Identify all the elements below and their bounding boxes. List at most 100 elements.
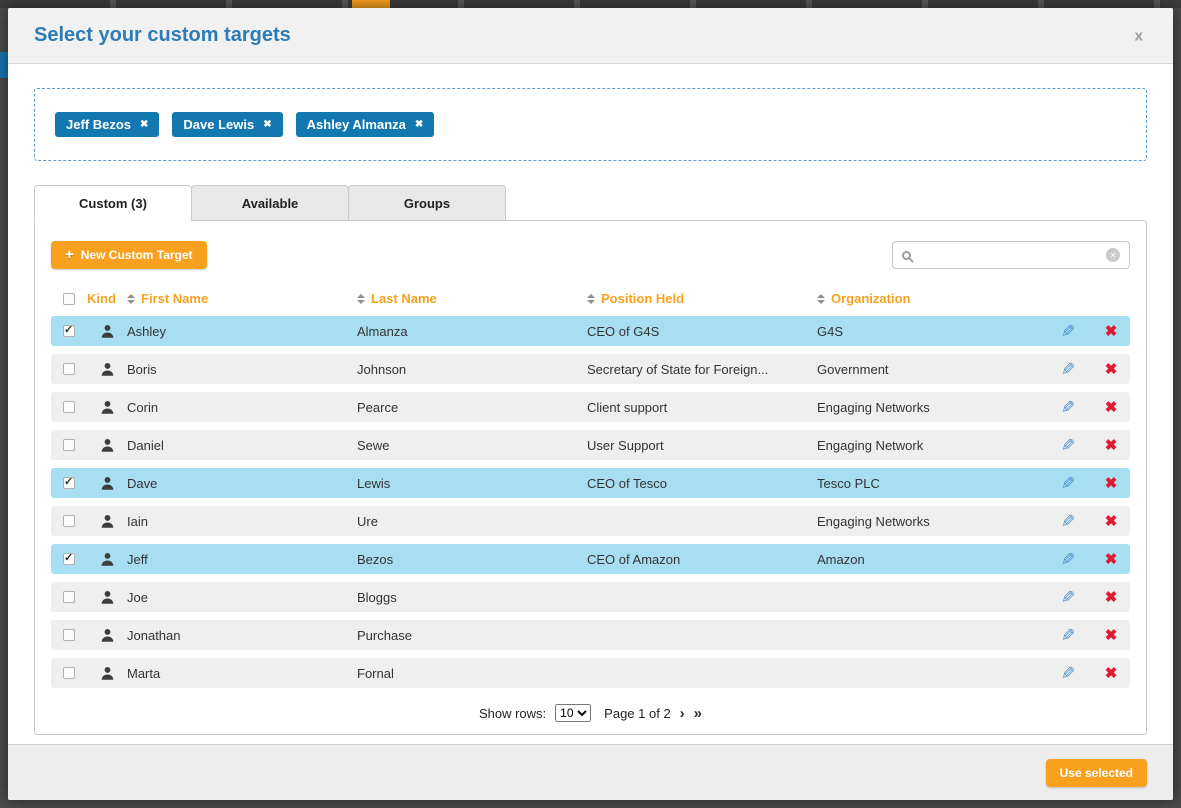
table-row[interactable]: Corin Pearce Client support Engaging Net… [51,392,1130,422]
cell-first-name: Boris [127,362,357,377]
delete-cell: ✖ [1092,514,1130,529]
chip-remove-icon[interactable]: ✖ [415,120,423,130]
edit-icon[interactable]: ✎ [1061,665,1075,682]
cell-organization: G4S [817,324,1044,339]
edit-icon[interactable]: ✎ [1061,589,1075,606]
row-checkbox[interactable] [63,325,75,337]
edit-cell: ✎ [1044,665,1092,682]
row-checkbox[interactable] [63,401,75,413]
edit-cell: ✎ [1044,513,1092,530]
row-checkbox[interactable] [63,667,75,679]
cell-organization: Amazon [817,552,1044,567]
delete-icon[interactable]: ✖ [1105,476,1118,491]
cell-first-name: Daniel [127,438,357,453]
row-checkbox-cell [51,515,87,527]
delete-icon[interactable]: ✖ [1105,666,1118,681]
edit-icon[interactable]: ✎ [1061,323,1075,340]
cell-first-name: Marta [127,666,357,681]
delete-icon[interactable]: ✖ [1105,400,1118,415]
delete-icon[interactable]: ✖ [1105,438,1118,453]
edit-icon[interactable]: ✎ [1061,437,1075,454]
table-row[interactable]: Jonathan Purchase ✎ ✖ [51,620,1130,650]
cell-first-name: Joe [127,590,357,605]
column-header[interactable]: First Name [127,291,357,306]
kind-cell [87,362,127,377]
last-page-button[interactable]: » [694,706,702,721]
delete-cell: ✖ [1092,362,1130,377]
use-selected-button[interactable]: Use selected [1046,759,1147,787]
person-icon [100,476,115,491]
row-checkbox[interactable] [63,591,75,603]
delete-icon[interactable]: ✖ [1105,514,1118,529]
rows-per-page-select[interactable]: 10 [555,704,591,722]
delete-cell: ✖ [1092,476,1130,491]
show-rows-label: Show rows: [479,706,546,721]
chip-remove-icon[interactable]: ✖ [140,120,148,130]
table-row[interactable]: Jeff Bezos CEO of Amazon Amazon ✎ ✖ [51,544,1130,574]
tab-available[interactable]: Available [191,185,349,221]
person-icon [100,324,115,339]
cell-last-name: Pearce [357,400,587,415]
person-icon [100,666,115,681]
edit-icon[interactable]: ✎ [1061,513,1075,530]
cell-last-name: Bloggs [357,590,587,605]
table-row[interactable]: Marta Fornal ✎ ✖ [51,658,1130,688]
next-page-button[interactable]: › [680,706,685,721]
new-custom-target-button[interactable]: + New Custom Target [51,241,207,269]
search-input[interactable] [919,248,1098,263]
person-icon [100,400,115,415]
edit-icon[interactable]: ✎ [1061,399,1075,416]
modal-title: Select your custom targets [34,24,291,47]
chip-label: Jeff Bezos [66,117,131,132]
edit-cell: ✎ [1044,551,1092,568]
selected-target-chip[interactable]: Ashley Almanza ✖ [296,112,435,137]
tab-groups[interactable]: Groups [348,185,506,221]
tab-custom-3[interactable]: Custom (3) [34,185,192,221]
sort-icon [127,294,135,304]
edit-icon[interactable]: ✎ [1061,475,1075,492]
selected-target-chip[interactable]: Dave Lewis ✖ [172,112,282,137]
table-row[interactable]: Boris Johnson Secretary of State for For… [51,354,1130,384]
edit-icon[interactable]: ✎ [1061,551,1075,568]
person-icon [100,590,115,605]
column-header[interactable]: Organization [817,291,1044,306]
row-checkbox[interactable] [63,553,75,565]
delete-icon[interactable]: ✖ [1105,324,1118,339]
row-checkbox[interactable] [63,363,75,375]
edit-icon[interactable]: ✎ [1061,627,1075,644]
table-row[interactable]: Ashley Almanza CEO of G4S G4S ✎ ✖ [51,316,1130,346]
cell-last-name: Johnson [357,362,587,377]
column-header[interactable]: Last Name [357,291,587,306]
screen: Select your custom targets x Jeff Bezos … [0,0,1181,808]
page-status: Page 1 of 2 [604,706,671,721]
table-row[interactable]: Dave Lewis CEO of Tesco Tesco PLC ✎ ✖ [51,468,1130,498]
chip-remove-icon[interactable]: ✖ [263,120,271,130]
close-button[interactable]: x [1135,27,1143,44]
table-row[interactable]: Iain Ure Engaging Networks ✎ ✖ [51,506,1130,536]
delete-cell: ✖ [1092,628,1130,643]
clear-search-icon[interactable]: ✕ [1106,248,1120,262]
cell-first-name: Jonathan [127,628,357,643]
column-header[interactable]: Kind [87,291,127,306]
column-header[interactable]: Position Held [587,291,817,306]
row-checkbox-cell [51,553,87,565]
delete-icon[interactable]: ✖ [1105,590,1118,605]
selected-target-chip[interactable]: Jeff Bezos ✖ [55,112,159,137]
table-header: Kind First Name Last Name Position Held … [51,291,1130,306]
row-checkbox[interactable] [63,629,75,641]
edit-icon[interactable]: ✎ [1061,361,1075,378]
delete-icon[interactable]: ✖ [1105,362,1118,377]
table-row[interactable]: Daniel Sewe User Support Engaging Networ… [51,430,1130,460]
row-checkbox[interactable] [63,477,75,489]
cell-last-name: Lewis [357,476,587,491]
row-checkbox[interactable] [63,439,75,451]
cell-last-name: Ure [357,514,587,529]
row-checkbox[interactable] [63,515,75,527]
cell-first-name: Ashley [127,324,357,339]
chip-label: Dave Lewis [183,117,254,132]
cell-position: User Support [587,438,817,453]
delete-icon[interactable]: ✖ [1105,552,1118,567]
table-row[interactable]: Joe Bloggs ✎ ✖ [51,582,1130,612]
select-all-checkbox[interactable] [63,293,75,305]
delete-icon[interactable]: ✖ [1105,628,1118,643]
